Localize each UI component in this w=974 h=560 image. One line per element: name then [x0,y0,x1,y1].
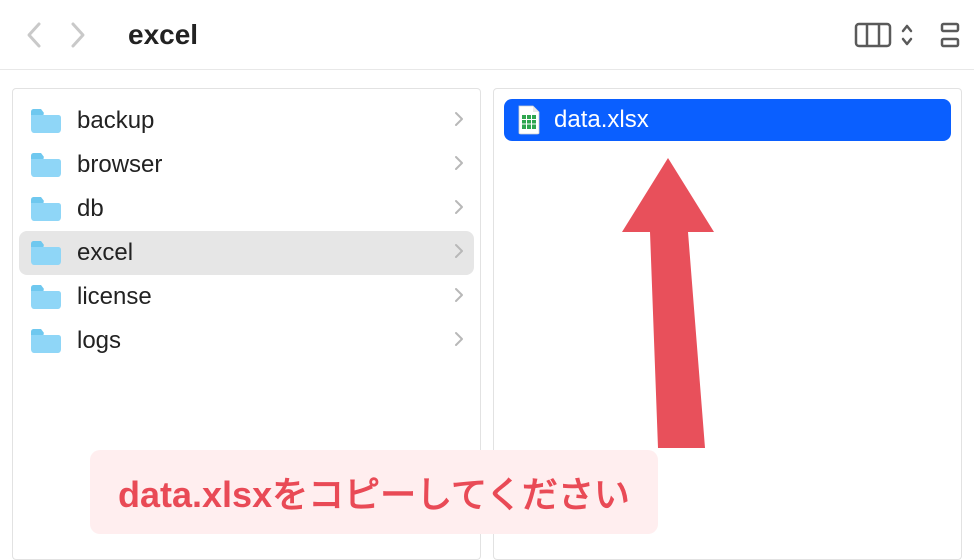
file-label: data.xlsx [554,106,649,134]
folder-label: browser [77,151,454,179]
chevron-up-down-icon [900,23,914,47]
window-title: excel [128,19,854,51]
file-row-data-xlsx[interactable]: data.xlsx [504,99,951,141]
folder-icon [29,195,63,223]
folder-label: backup [77,107,454,135]
folder-icon [29,327,63,355]
folder-icon [29,239,63,267]
toolbar: excel [0,0,974,70]
folder-row-browser[interactable]: browser [19,143,474,187]
chevron-right-icon [454,199,464,215]
folder-row-backup[interactable]: backup [19,99,474,143]
groups-button[interactable] [938,22,962,48]
chevron-left-icon [25,21,43,49]
folder-label: db [77,195,454,223]
back-button[interactable] [12,13,56,57]
chevron-right-icon [454,155,464,171]
folder-row-license[interactable]: license [19,275,474,319]
chevron-right-icon [454,243,464,259]
folder-row-excel[interactable]: excel [19,231,474,275]
folder-icon [29,283,63,311]
folder-icon [29,107,63,135]
folder-row-logs[interactable]: logs [19,319,474,363]
folder-label: excel [77,239,454,267]
main-area: backup browser db excel license logs data.xls… [0,70,974,560]
chevron-right-icon [454,287,464,303]
folder-icon [29,151,63,179]
chevron-right-icon [454,331,464,347]
chevron-right-icon [69,21,87,49]
folder-row-db[interactable]: db [19,187,474,231]
spreadsheet-file-icon [516,105,542,135]
view-mode-button[interactable] [854,21,914,49]
chevron-right-icon [454,111,464,127]
groups-icon [940,22,960,48]
forward-button[interactable] [56,13,100,57]
columns-icon [854,21,892,49]
folder-label: logs [77,327,454,355]
file-column: data.xlsx [493,88,962,560]
folder-column: backup browser db excel license logs [12,88,481,560]
folder-label: license [77,283,454,311]
